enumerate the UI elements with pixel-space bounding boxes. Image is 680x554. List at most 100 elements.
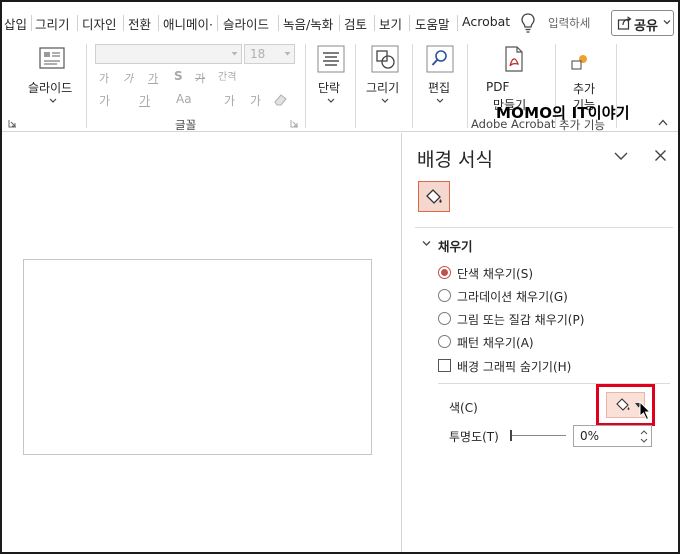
search-icon[interactable] bbox=[425, 44, 455, 74]
fill-tab[interactable] bbox=[418, 181, 450, 212]
add-ins-icon[interactable] bbox=[568, 52, 592, 72]
chevron-down-icon bbox=[663, 20, 671, 25]
paint-bucket-icon bbox=[616, 398, 630, 411]
tab-acrobat[interactable]: Acrobat bbox=[462, 14, 510, 29]
mouse-cursor-icon bbox=[639, 401, 652, 421]
transparency-spinbox[interactable]: 0% bbox=[573, 425, 652, 447]
picture-fill-radio[interactable] bbox=[438, 312, 451, 325]
tab-divider bbox=[158, 15, 159, 31]
group-divider bbox=[305, 44, 306, 128]
picture-fill-label[interactable]: 그림 또는 질감 채우기(P) bbox=[457, 311, 584, 328]
solid-fill-label[interactable]: 단색 채우기(S) bbox=[457, 265, 533, 282]
font-group-label: 글꼴 bbox=[175, 118, 197, 132]
tell-me-search[interactable]: 입력하세 bbox=[548, 15, 590, 31]
chevron-down-icon[interactable] bbox=[327, 98, 335, 104]
spin-down-icon[interactable] bbox=[640, 438, 648, 443]
shapes-icon[interactable] bbox=[370, 44, 400, 74]
change-case-button[interactable]: Aa bbox=[176, 92, 192, 106]
group-divider bbox=[86, 44, 87, 128]
ribbon-tab-bar: 삽입 그리기 디자인 전환 애니메이· 슬라이드 녹음/녹화 검토 보기 도움말… bbox=[2, 2, 678, 42]
pattern-fill-label[interactable]: 패턴 채우기(A) bbox=[457, 334, 534, 351]
format-background-pane: 배경 서식 채우기 단색 채우기(S) 그라데이션 채우기(G) 그림 또는 질… bbox=[403, 133, 678, 552]
font-name-dropdown[interactable] bbox=[95, 44, 242, 64]
ribbon: 슬라이드 18 가 가 가 S 가 간격 가 가 Aa 가 가 글꼴 단락 그리… bbox=[2, 40, 678, 132]
paragraph-icon[interactable] bbox=[316, 44, 346, 74]
chevron-down-icon[interactable] bbox=[381, 98, 389, 104]
dialog-launcher-icon[interactable] bbox=[8, 119, 17, 128]
pane-options-chevron-icon[interactable] bbox=[613, 150, 629, 162]
strikethrough-button[interactable]: 가 bbox=[195, 70, 205, 86]
italic-button[interactable]: 가 bbox=[123, 70, 133, 86]
tab-divider bbox=[31, 15, 32, 31]
chevron-down-icon bbox=[231, 52, 238, 56]
tab-animations[interactable]: 애니메이· bbox=[163, 14, 213, 33]
close-icon[interactable] bbox=[654, 149, 667, 162]
tab-divider bbox=[339, 15, 340, 31]
chevron-down-icon[interactable] bbox=[436, 98, 444, 104]
share-icon bbox=[617, 16, 632, 30]
tab-divider bbox=[409, 15, 410, 31]
chevron-down-icon[interactable] bbox=[49, 98, 57, 104]
tab-divider bbox=[77, 15, 78, 31]
dialog-launcher-icon[interactable] bbox=[290, 119, 299, 128]
tab-divider bbox=[217, 15, 218, 31]
solid-fill-radio[interactable] bbox=[438, 266, 451, 279]
tab-slideshow[interactable]: 슬라이드 bbox=[223, 14, 269, 33]
tab-design[interactable]: 디자인 bbox=[82, 14, 117, 33]
gradient-fill-radio[interactable] bbox=[438, 289, 451, 302]
collapse-ribbon-icon[interactable] bbox=[657, 118, 669, 127]
fill-section-title[interactable]: 채우기 bbox=[438, 236, 473, 255]
font-color-button[interactable]: 가 bbox=[139, 92, 150, 109]
group-divider bbox=[412, 44, 413, 128]
tab-review[interactable]: 검토 bbox=[344, 14, 367, 33]
tab-insert[interactable]: 삽입 bbox=[4, 14, 27, 33]
transparency-slider[interactable] bbox=[510, 435, 566, 436]
slide-canvas[interactable] bbox=[23, 259, 372, 455]
character-spacing-button[interactable]: 간격 bbox=[218, 68, 236, 83]
hide-background-graphics-checkbox[interactable] bbox=[438, 359, 451, 372]
tab-divider bbox=[457, 15, 458, 31]
decrease-font-size-button[interactable]: 가 bbox=[250, 92, 261, 109]
pane-divider bbox=[415, 227, 673, 228]
chevron-down-icon[interactable] bbox=[422, 239, 431, 248]
share-button[interactable]: 공유 bbox=[611, 10, 674, 36]
tab-view[interactable]: 보기 bbox=[379, 14, 402, 33]
pdf-document-icon[interactable] bbox=[498, 44, 528, 74]
underline-button[interactable]: 가 bbox=[148, 70, 158, 86]
bold-button[interactable]: 가 bbox=[99, 70, 109, 86]
new-slide-icon[interactable] bbox=[37, 44, 67, 74]
tab-divider bbox=[374, 15, 375, 31]
lightbulb-icon[interactable] bbox=[519, 12, 537, 34]
drawing-label[interactable]: 그리기 bbox=[366, 79, 399, 96]
pattern-fill-radio[interactable] bbox=[438, 335, 451, 348]
tab-divider bbox=[278, 15, 279, 31]
paragraph-label[interactable]: 단락 bbox=[318, 79, 340, 96]
tab-draw[interactable]: 그리기 bbox=[35, 14, 70, 33]
group-divider bbox=[355, 44, 356, 128]
powerpoint-window: 삽입 그리기 디자인 전환 애니메이· 슬라이드 녹음/녹화 검토 보기 도움말… bbox=[0, 0, 680, 554]
spin-up-icon[interactable] bbox=[640, 430, 648, 435]
editing-label[interactable]: 편집 bbox=[428, 79, 450, 96]
gradient-fill-label[interactable]: 그라데이션 채우기(G) bbox=[457, 288, 568, 305]
tab-record[interactable]: 녹음/녹화 bbox=[283, 14, 333, 33]
new-slide-label[interactable]: 슬라이드 bbox=[28, 79, 72, 96]
slide-editing-area[interactable] bbox=[2, 133, 402, 552]
watermark-text: MOMO의 IT이야기 bbox=[496, 104, 630, 122]
tab-transitions[interactable]: 전환 bbox=[128, 14, 151, 33]
paint-bucket-icon bbox=[426, 189, 442, 204]
eraser-icon[interactable] bbox=[272, 91, 290, 107]
font-size-dropdown[interactable]: 18 bbox=[244, 44, 295, 64]
tab-help[interactable]: 도움말 bbox=[415, 14, 450, 33]
shadow-button[interactable]: S bbox=[174, 69, 183, 83]
text-highlight-button[interactable]: 가 bbox=[99, 92, 110, 109]
font-size-value: 18 bbox=[250, 47, 266, 61]
transparency-label: 투명도(T) bbox=[449, 430, 499, 444]
pdf-label-line1[interactable]: PDF bbox=[486, 80, 509, 94]
transparency-slider-handle[interactable] bbox=[510, 430, 512, 441]
add-ins-label-line1[interactable]: 추가 bbox=[573, 80, 595, 97]
transparency-value[interactable]: 0% bbox=[580, 429, 599, 443]
pane-title: 배경 서식 bbox=[417, 149, 493, 171]
increase-font-size-button[interactable]: 가 bbox=[224, 92, 235, 109]
hide-background-graphics-label[interactable]: 배경 그래픽 숨기기(H) bbox=[457, 358, 571, 375]
color-label: 색(C) bbox=[449, 401, 478, 415]
